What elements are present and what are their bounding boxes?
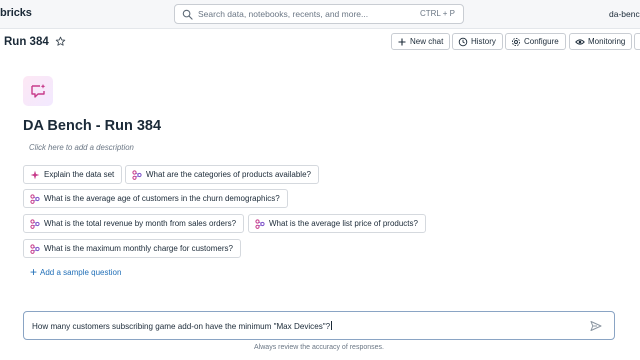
history-label: History <box>471 37 496 46</box>
monitoring-button[interactable]: Monitoring <box>569 33 633 50</box>
send-icon[interactable] <box>590 320 602 332</box>
sample-question-label: What is the total revenue by month from … <box>44 219 237 228</box>
configure-button[interactable]: Configure <box>505 33 566 50</box>
sample-question-label: Explain the data set <box>44 170 115 179</box>
plus-icon <box>398 38 406 45</box>
sql-flow-icon <box>255 218 265 229</box>
space-title: DA Bench - Run 384 <box>23 118 162 134</box>
sample-question-label: What is the average list price of produc… <box>269 219 418 228</box>
sample-question-chip[interactable]: What is the average list price of produc… <box>248 214 426 233</box>
more-actions-button[interactable] <box>634 33 640 50</box>
search-shortcut-hint: CTRL + P <box>419 9 455 18</box>
eye-icon <box>575 38 585 45</box>
add-sample-question-label: Add a sample question <box>40 267 122 277</box>
history-clock-icon <box>458 37 468 46</box>
sql-flow-icon <box>132 169 142 180</box>
chat-input-text: How many customers subscribing game add-… <box>32 321 333 331</box>
genie-space-logo <box>23 76 53 106</box>
sql-flow-icon <box>30 193 40 204</box>
sample-question-chip[interactable]: What are the categories of products avai… <box>125 165 319 184</box>
global-search-input[interactable]: Search data, notebooks, recents, and mor… <box>174 4 464 24</box>
add-sample-question-link[interactable]: + Add a sample question <box>30 265 122 279</box>
history-button[interactable]: History <box>452 33 503 50</box>
sample-question-chip[interactable]: What is the maximum monthly charge for c… <box>23 239 241 258</box>
sample-question-label: What are the categories of products avai… <box>146 170 311 179</box>
configure-label: Configure <box>524 37 559 46</box>
chat-input-value: How many customers subscribing game add-… <box>32 322 331 331</box>
chat-sparkle-icon <box>31 84 46 98</box>
workspace-user-name[interactable]: da-bench <box>609 9 640 19</box>
sql-flow-icon <box>30 243 40 254</box>
page-title: Run 384 <box>4 36 49 48</box>
sample-question-label: What is the average age of customers in … <box>44 194 280 203</box>
sql-flow-icon <box>30 218 40 229</box>
brand-logo-text[interactable]: bricks <box>0 7 32 19</box>
search-icon <box>182 9 193 20</box>
top-bar: bricks Search data, notebooks, recents, … <box>0 0 640 29</box>
sample-question-chip[interactable]: Explain the data set <box>23 165 123 184</box>
gear-icon <box>511 37 521 46</box>
sample-question-chip[interactable]: What is the total revenue by month from … <box>23 214 245 233</box>
add-description-link[interactable]: Click here to add a description <box>29 143 134 152</box>
search-placeholder: Search data, notebooks, recents, and mor… <box>198 9 369 19</box>
text-caret <box>331 321 333 330</box>
chat-input[interactable]: How many customers subscribing game add-… <box>23 311 615 340</box>
accuracy-disclaimer: Always review the accuracy of responses. <box>254 344 384 351</box>
sample-question-chip[interactable]: What is the average age of customers in … <box>23 189 288 208</box>
new-chat-label: New chat <box>410 37 444 46</box>
monitoring-label: Monitoring <box>588 37 626 46</box>
sparkle-icon <box>30 170 40 179</box>
favorite-star-icon[interactable] <box>55 36 66 47</box>
plus-icon: + <box>30 265 38 279</box>
new-chat-button[interactable]: New chat <box>391 33 451 50</box>
sample-question-label: What is the maximum monthly charge for c… <box>44 244 233 253</box>
